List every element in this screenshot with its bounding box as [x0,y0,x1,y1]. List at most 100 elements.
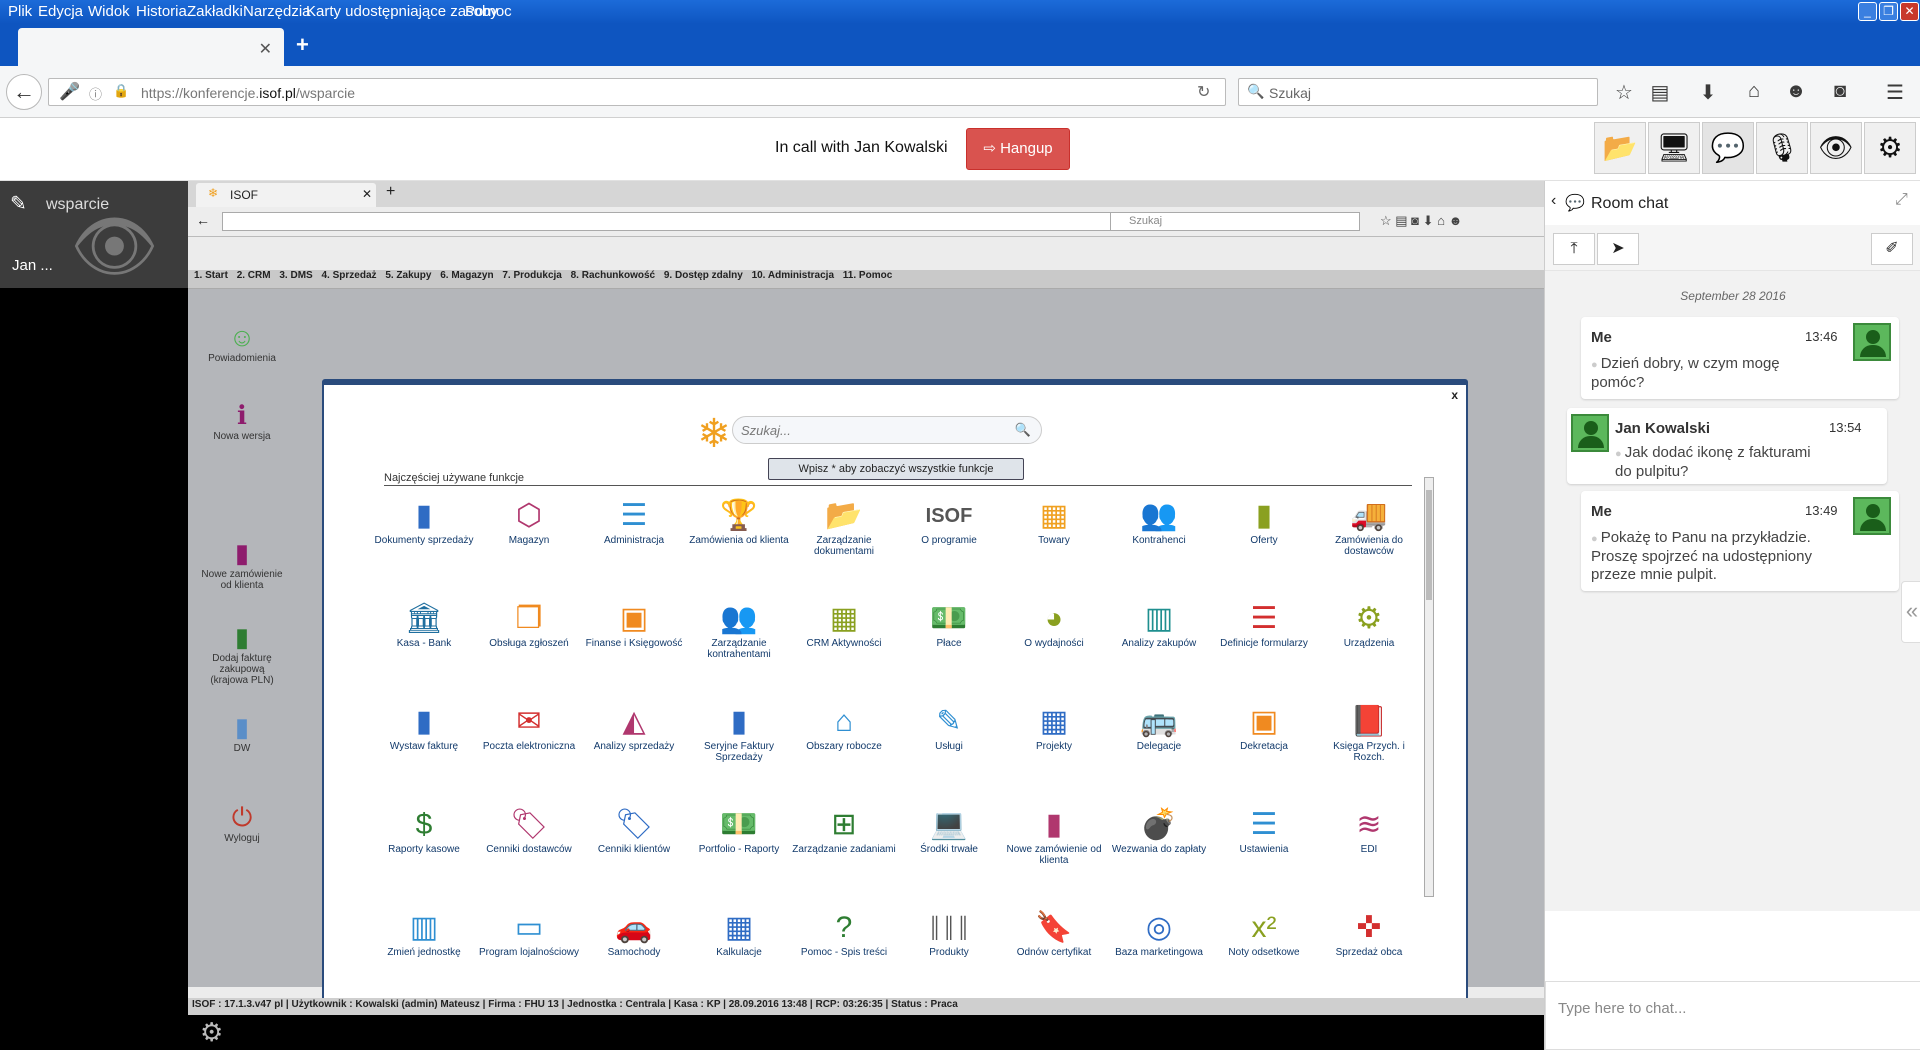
eye-button[interactable]: 👁 [1810,122,1862,174]
menu-narzedzia[interactable]: Narzędzia [243,3,311,20]
function-tile-label: Produkty [929,947,969,958]
participant-name: Jan ... [12,257,53,274]
function-tile: ▮ Oferty [1212,497,1316,546]
function-tile-label: Seryjne Faktury Sprzedaży [703,741,775,763]
inner-nav-bar: ← Szukaj ☆ ▤ ◙ ⬇ ⌂ ☻ [188,207,1544,237]
isof-menu-item: 4. Sprzedaż [321,270,377,281]
chat-input[interactable]: Type here to chat... [1545,981,1920,1050]
function-tile: ▦ Kalkulacje [687,909,791,958]
function-tile-label: Zamówienia od klienta [689,535,789,546]
function-tile: ⚙ Urządzenia [1317,600,1421,649]
menu-zakladki[interactable]: Zakładki [187,3,243,20]
call-bar: In call with Jan Kowalski ⇨ Hangup 📂 🖥 💬… [0,118,1920,181]
function-tile: ✎ Usługi [897,703,1001,752]
reload-icon[interactable]: ↻ [1197,82,1210,102]
function-tile: ▥ Zmień jednostkę [372,909,476,958]
new-tab-button[interactable]: + [296,32,309,58]
chat-toggle-button[interactable]: 💬 [1702,122,1754,174]
function-tile: 🚗 Samochody [582,909,686,958]
clear-chat-button[interactable]: ✐ [1871,233,1913,265]
function-tile-label: Poczta elektroniczna [482,741,576,752]
message-time: 13:46 [1805,329,1838,344]
download-icon[interactable]: ⬇ [1695,80,1721,105]
chat-input-placeholder: Type here to chat... [1558,1000,1687,1017]
send-location-button[interactable]: ➤ [1597,233,1639,265]
function-tile: ISOF O programie [897,497,1001,546]
function-search-input: Szukaj... 🔍 [732,416,1042,444]
hangup-button[interactable]: ⇨ Hangup [966,128,1070,170]
reading-list-icon[interactable]: ▤ [1647,80,1673,105]
chevron-left-icon[interactable]: ‹ [1551,192,1556,210]
menu-edycja[interactable]: Edycja [38,3,83,20]
expand-icon[interactable]: ⤢ [1895,191,1908,209]
screen-bottom: ⚙ [0,1015,1544,1050]
barcode-icon: ║║║ [927,917,971,939]
isof-menu-item: 5. Zakupy [385,270,432,281]
function-tile: ▮ Wystaw fakturę [372,703,476,752]
collapse-chat-icon[interactable]: « [1901,581,1920,643]
info-icon[interactable]: ⓘ [89,84,102,103]
isof-logo-icon: ISOF [925,505,973,527]
modal-scrollbar [1424,477,1434,897]
function-tile-label: Towary [1038,535,1070,546]
message-time: 13:54 [1829,420,1862,435]
edit-icon: ✎ [936,705,962,738]
menu-widok[interactable]: Widok [88,3,130,20]
function-tile: ◭ Analizy sprzedaży [582,703,686,752]
chat-toolbar: ⤒ ➤ ✐ [1545,225,1920,271]
menu-pomoc[interactable]: Pomoc [465,3,512,20]
microphone-icon[interactable]: 🎤 [59,82,80,102]
zk-doc-icon: ▮ [1045,808,1063,841]
function-tile: 👥 Kontrahenci [1107,497,1211,546]
settings-button[interactable]: ⚙ [1864,122,1916,174]
document-icon: ▮ [415,499,433,532]
grid-icon: ▦ [1039,705,1069,738]
maximize-button[interactable]: ❐ [1879,2,1898,21]
function-tile-label: Program lojalnościowy [478,947,580,958]
money-icon: 💵 [720,808,758,841]
desktop-shortcut: ℹ Nowa wersja [200,399,284,442]
call-status: In call with Jan Kowalski [775,139,948,156]
smile-icon: ☺ [228,322,256,352]
tab-close-icon[interactable]: ✕ [259,39,272,59]
edit-icon[interactable]: ✎ [10,191,27,216]
function-tile-label: Wystaw fakturę [389,741,459,752]
inner-toolbar-icons: ☆ ▤ ◙ ⬇ ⌂ ☻ [1380,213,1463,228]
bank-icon: 🏛 [404,602,444,635]
search-input[interactable]: 🔍 Szukaj [1238,78,1598,106]
function-tile: ☰ Ustawienia [1212,806,1316,855]
screen-share-button[interactable]: 🖥 [1648,122,1700,174]
chat-bubble-icon[interactable]: ☻ [1783,80,1809,103]
desktop-shortcut: ▮ Nowe zamówienie od klienta [200,537,284,591]
hamburger-menu-icon[interactable]: ☰ [1882,80,1908,105]
home-icon: ⌂ [834,705,854,738]
menu-plik[interactable]: Plik [8,3,32,20]
back-button[interactable]: ← [6,74,42,110]
palette-icon: ◕ [1044,602,1064,635]
card-icon: ▭ [514,911,544,944]
folder-open-button[interactable]: 📂 [1594,122,1646,174]
function-tile: ⊞ Zarządzanie zadaniami [792,806,896,855]
microphone-button[interactable]: 🎙 [1756,122,1808,174]
pocket-icon[interactable]: ◙ [1827,80,1853,103]
function-tile-label: Ustawienia [1239,844,1289,855]
url-text[interactable]: https://konferencje.isof.pl/wsparcie [141,85,355,101]
browser-tab[interactable]: ✕ [18,28,284,66]
bookmark-icon: 🔖 [1035,911,1073,944]
menu-historia[interactable]: Historia [136,3,187,20]
bookmark-star-icon[interactable]: ☆ [1611,80,1637,105]
home-icon[interactable]: ⌂ [1741,80,1767,103]
function-tile: 🔖 Odnów certyfikat [1002,909,1106,958]
message-text: Pokażę to Panu na przykładzie. Proszę sp… [1591,529,1841,584]
upload-file-button[interactable]: ⤒ [1553,233,1595,265]
function-tile: 👥 Zarządzanie kontrahentami [687,600,791,660]
close-window-button[interactable]: ✕ [1900,2,1919,21]
desktop-shortcut-label: Wyloguj [224,833,260,844]
isof-menu-item: 1. Start [194,270,228,281]
url-bar[interactable]: 🎤 ⓘ 🔒 https://konferencje.isof.pl/wsparc… [48,78,1226,106]
gear-icon: ⚙ [200,1017,224,1047]
function-search-placeholder: Szukaj... [741,423,791,438]
trophy-icon: 🏆 [720,499,758,532]
building-icon: ▥ [409,911,439,944]
minimize-button[interactable]: _ [1858,2,1877,21]
